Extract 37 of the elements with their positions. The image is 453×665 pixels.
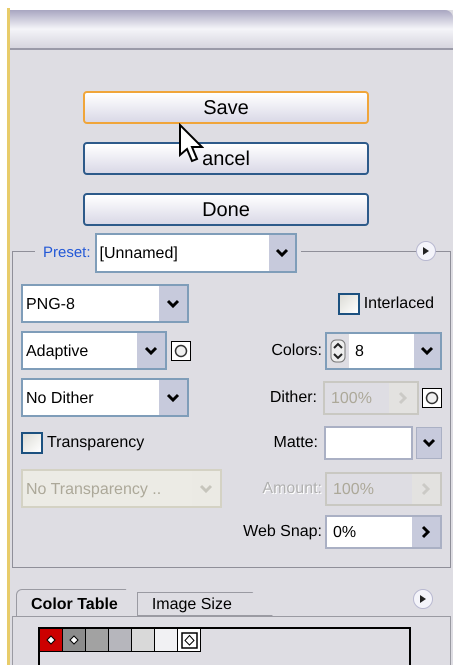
interlaced-checkbox[interactable] bbox=[338, 292, 360, 314]
cursor-icon bbox=[178, 123, 204, 163]
chevron-icon bbox=[137, 333, 165, 368]
interlaced-label: Interlaced bbox=[364, 294, 434, 314]
chevron-icon[interactable] bbox=[416, 427, 442, 459]
color-swatch[interactable] bbox=[132, 629, 155, 652]
transparency-checkbox[interactable] bbox=[21, 432, 43, 454]
colors-field[interactable]: 8 bbox=[325, 332, 442, 370]
web-snap-field[interactable]: 0% bbox=[325, 515, 442, 549]
chevron-icon bbox=[268, 235, 295, 271]
color-swatch[interactable] bbox=[63, 629, 86, 652]
dither-label: Dither: bbox=[268, 388, 318, 408]
color-swatch[interactable] bbox=[178, 629, 201, 652]
preset-label: Preset: bbox=[43, 242, 91, 263]
preset-dropdown[interactable]: [Unnamed] bbox=[94, 233, 297, 273]
tab[interactable]: Image Size bbox=[136, 592, 273, 616]
color-swatch[interactable] bbox=[155, 629, 178, 652]
matte-swatch[interactable] bbox=[324, 426, 413, 460]
format-dropdown[interactable]: PNG-8 bbox=[21, 284, 189, 323]
chevron-icon bbox=[414, 334, 440, 368]
color-swatch[interactable] bbox=[86, 629, 109, 652]
dither-dropdown[interactable]: No Dither bbox=[21, 378, 189, 417]
menu-icon[interactable] bbox=[413, 589, 433, 609]
chevron-icon bbox=[159, 380, 187, 415]
reduction-dropdown[interactable]: Adaptive bbox=[21, 331, 167, 370]
matte-label: Matte: bbox=[272, 433, 319, 453]
chevron-icon bbox=[159, 286, 187, 321]
done-button[interactable]: Done bbox=[83, 193, 369, 226]
colors-label: Colors: bbox=[270, 340, 323, 360]
web-snap-label: Web Snap: bbox=[242, 522, 323, 542]
spinner-icon bbox=[327, 334, 349, 368]
color-swatch[interactable] bbox=[40, 629, 63, 652]
menu-icon[interactable] bbox=[416, 241, 436, 261]
save-button[interactable]: Save bbox=[83, 91, 369, 124]
cancel-button[interactable]: ancel bbox=[83, 142, 369, 175]
transparency-label: Transparency bbox=[47, 433, 144, 453]
color-swatch[interactable] bbox=[109, 629, 132, 652]
